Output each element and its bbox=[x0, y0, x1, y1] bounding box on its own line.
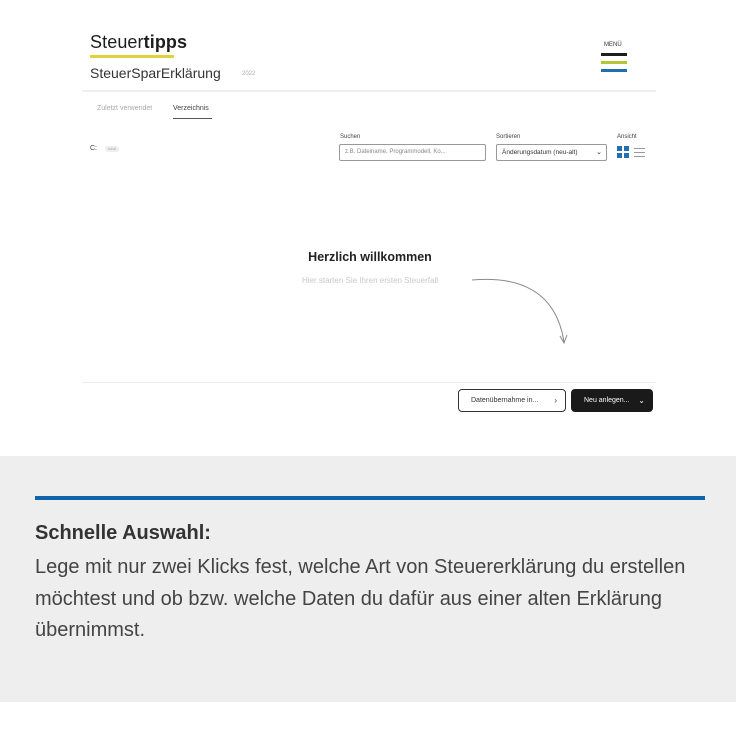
caption-title: Schnelle Auswahl: bbox=[35, 522, 211, 544]
product-name: SteuerSparErklärung bbox=[90, 65, 221, 81]
brand-name-bold: tipps bbox=[143, 32, 188, 52]
grid-cell bbox=[624, 153, 629, 158]
sort-value: Änderungsdatum (neu-alt) bbox=[502, 149, 578, 156]
list-line bbox=[634, 156, 645, 158]
drive-label[interactable]: C: bbox=[90, 145, 97, 152]
view-label: Ansicht bbox=[617, 134, 637, 140]
active-tab-indicator bbox=[173, 118, 212, 119]
grid-cell bbox=[617, 146, 622, 151]
data-import-label: Datenübernahme in... bbox=[471, 397, 539, 404]
menu-bar-2 bbox=[601, 61, 627, 64]
list-line bbox=[634, 152, 645, 154]
caption-panel: Schnelle Auswahl: Lege mit nur zwei Klic… bbox=[0, 456, 736, 702]
sort-select[interactable]: Änderungsdatum (neu-alt) ⌄ bbox=[496, 144, 607, 161]
chevron-down-icon: ⌄ bbox=[596, 149, 602, 156]
drive-badge: lokal bbox=[105, 146, 119, 152]
search-input[interactable]: z.B. Dateiname, Programmodell, Ko... bbox=[339, 144, 486, 161]
caption-text: Lege mit nur zwei Klicks fest, welche Ar… bbox=[35, 556, 686, 641]
data-import-button[interactable]: Datenübernahme in... › bbox=[458, 389, 566, 412]
brand-logo[interactable]: Steuertipps bbox=[90, 32, 187, 53]
menu-bar-3 bbox=[601, 69, 627, 72]
chevron-right-icon: › bbox=[554, 396, 557, 405]
list-view-icon[interactable] bbox=[634, 147, 645, 158]
tab-directory[interactable]: Verzeichnis bbox=[173, 105, 209, 112]
menu-label: MENÜ bbox=[604, 42, 622, 48]
brand-name-regular: Steuer bbox=[90, 32, 144, 52]
grid-cell bbox=[617, 153, 622, 158]
curved-arrow-icon bbox=[471, 278, 568, 345]
search-label: Suchen bbox=[340, 134, 361, 140]
hamburger-menu-icon[interactable] bbox=[600, 53, 628, 75]
welcome-title: Herzlich willkommen bbox=[308, 250, 432, 264]
chevron-down-icon: ⌄ bbox=[638, 396, 645, 405]
brand-underline bbox=[90, 55, 174, 58]
app-window: Steuertipps SteuerSparErklärung 2022 MEN… bbox=[0, 0, 736, 456]
header-divider bbox=[82, 90, 656, 92]
menu-bar-1 bbox=[601, 53, 627, 56]
grid-cell bbox=[624, 146, 629, 151]
create-new-label: Neu anlegen... bbox=[584, 397, 630, 404]
footer-divider bbox=[82, 382, 656, 383]
sort-label: Sortieren bbox=[496, 134, 521, 140]
grid-view-icon[interactable] bbox=[617, 146, 630, 159]
create-new-button[interactable]: Neu anlegen... ⌄ bbox=[571, 389, 653, 412]
welcome-subtitle: Hier starten Sie Ihren ersten Steuerfall bbox=[301, 276, 439, 285]
caption-accent-line bbox=[35, 496, 705, 500]
product-version: 2022 bbox=[242, 71, 256, 77]
list-line bbox=[634, 148, 645, 150]
tab-recent[interactable]: Zuletzt verwendet bbox=[97, 105, 152, 112]
